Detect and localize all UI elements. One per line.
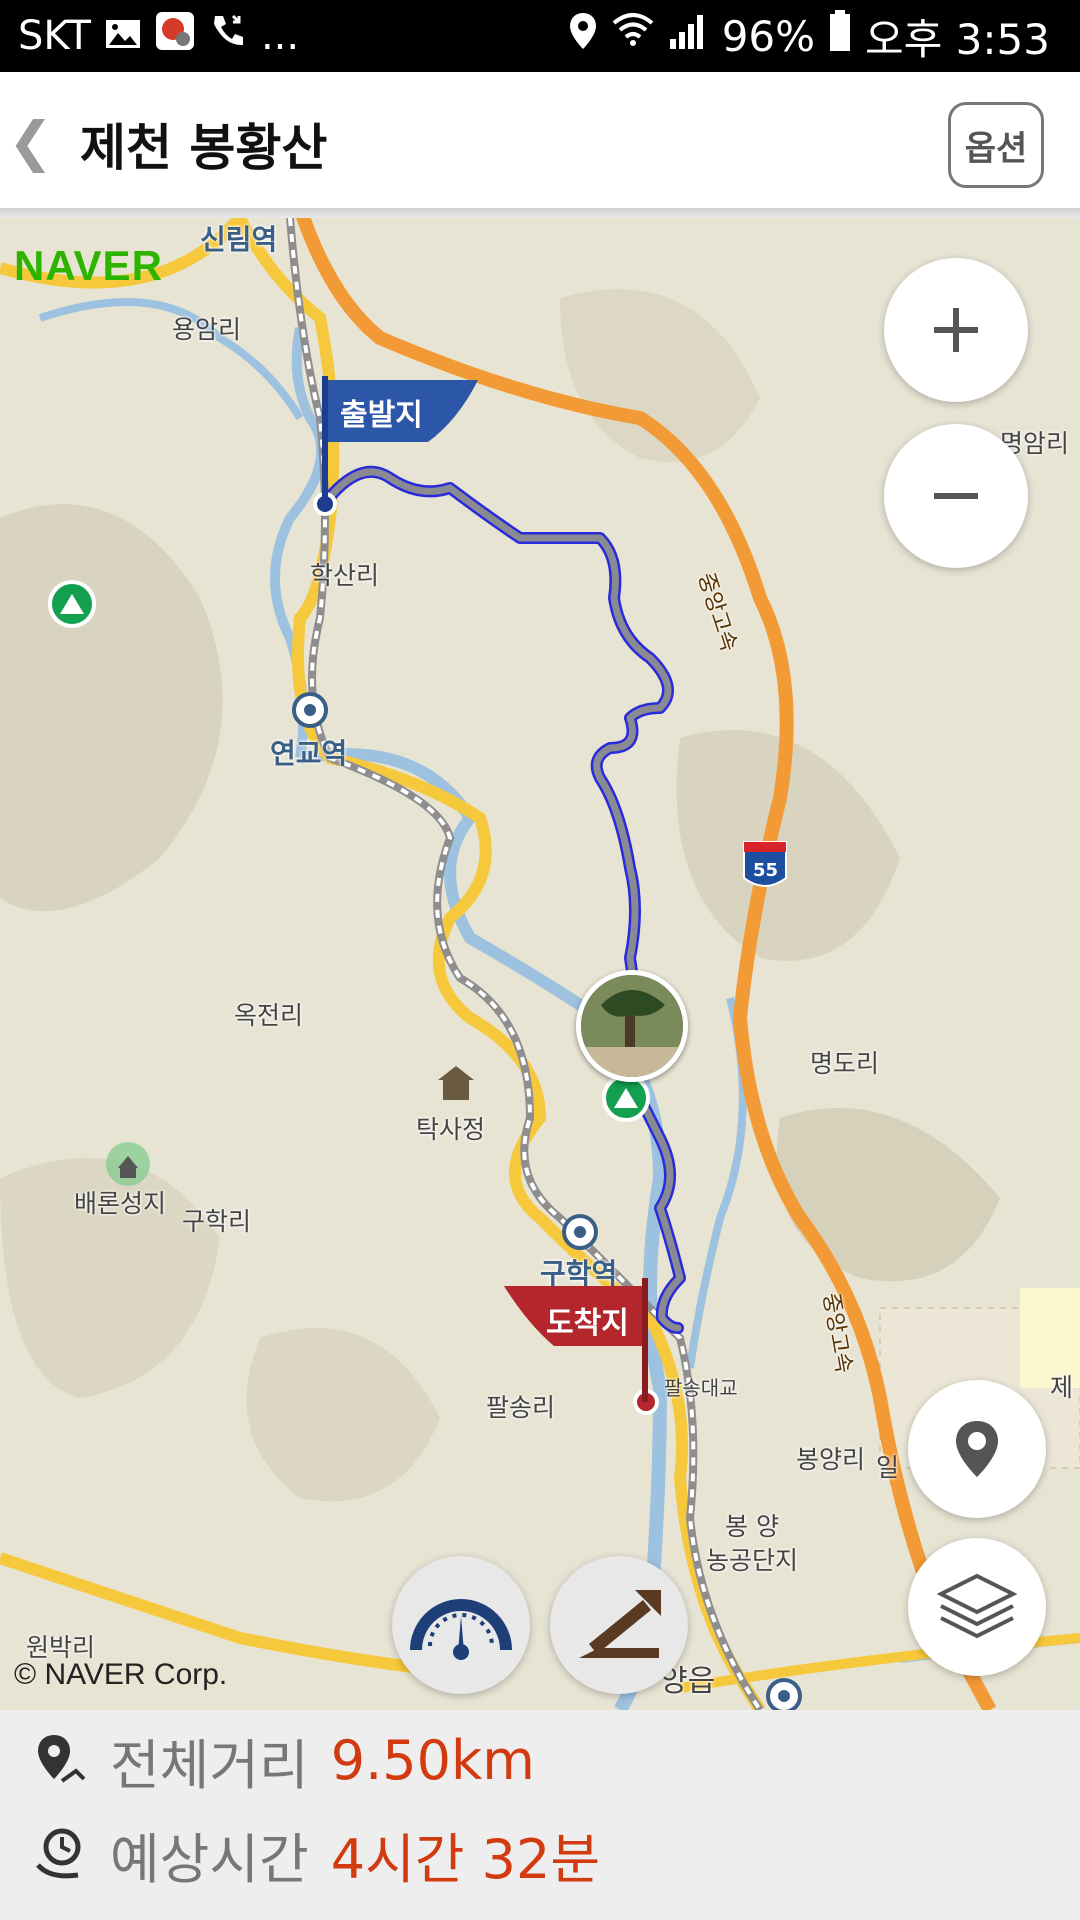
missed-call-icon	[209, 12, 247, 60]
time-value: 4시간 32분	[330, 1827, 601, 1891]
summit-photo-marker[interactable]	[576, 970, 688, 1082]
place-label: 연교역	[270, 737, 348, 770]
carrier-label: SKT	[18, 13, 91, 59]
distance-value: 9.50km	[330, 1728, 535, 1792]
naver-logo: NAVER	[14, 242, 163, 289]
copyright-text: © NAVER Corp.	[14, 1658, 228, 1691]
place-label: 신림역	[200, 223, 278, 256]
chevron-left-icon[interactable]: ❮	[8, 112, 53, 172]
signal-icon	[668, 11, 708, 61]
zoom-in-button[interactable]	[884, 258, 1028, 402]
end-flag[interactable]: 도착지	[494, 1278, 654, 1408]
mountain-icon[interactable]	[602, 1074, 650, 1122]
time-label: 예상시간	[110, 1827, 309, 1891]
church-icon	[106, 1142, 150, 1186]
my-location-button[interactable]	[908, 1380, 1046, 1518]
mountain-icon[interactable]	[48, 580, 96, 628]
wifi-icon	[612, 11, 654, 61]
minus-icon	[934, 493, 978, 499]
slope-icon	[579, 1590, 661, 1658]
slope-profile-button[interactable]	[550, 1556, 688, 1694]
place-label: 봉 양 농공단지	[706, 1512, 799, 1575]
status-bar: SKT ... 96% 오후 3:53	[0, 0, 1080, 72]
page-title: 제천 봉황산	[80, 119, 328, 177]
distance-pin-icon	[38, 1735, 86, 1783]
place-label: 탁사정	[416, 1115, 486, 1144]
app-notification-icon	[155, 11, 195, 61]
station-icon	[292, 692, 328, 728]
place-label: 제	[1050, 1373, 1074, 1402]
place-label: 봉양리	[796, 1445, 866, 1474]
divider	[0, 208, 1080, 218]
station-icon	[766, 1678, 802, 1710]
station-icon	[562, 1214, 598, 1250]
place-label: 배론성지	[74, 1189, 167, 1218]
battery-percent: 96%	[721, 11, 816, 61]
clock: 오후 3:53	[865, 14, 1050, 64]
place-label: 팔송대교	[664, 1376, 738, 1400]
place-label: 학산리	[310, 561, 380, 590]
start-flag-label: 출발지	[340, 398, 423, 433]
time-row: 예상시간 4시간 32분	[32, 1814, 600, 1894]
more-notifications: ...	[260, 13, 300, 59]
distance-label: 전체거리	[110, 1733, 309, 1797]
app-bar: ❮ 제천 봉황산 옵션	[0, 72, 1080, 208]
zoom-out-button[interactable]	[884, 424, 1028, 568]
layers-button[interactable]	[908, 1538, 1046, 1676]
map-view[interactable]: NAVER 신림역 용암리 학산리 연교역 옥전리 탁사정 배론성지 구학리 구…	[0, 218, 1080, 1710]
place-label: 명도리	[810, 1049, 880, 1078]
highway-number: 55	[753, 860, 779, 881]
option-button[interactable]: 옵션	[948, 102, 1044, 188]
speedometer-icon	[410, 1599, 512, 1660]
location-pin-icon	[956, 1421, 998, 1477]
plus-icon	[934, 308, 978, 352]
route-summary: 전체거리 9.50km 예상시간 4시간 32분	[0, 1710, 1080, 1920]
clock-route-icon	[36, 1828, 81, 1879]
battery-icon	[829, 10, 851, 62]
place-label: 일	[876, 1453, 900, 1482]
end-flag-label: 도착지	[546, 1306, 629, 1341]
layers-icon	[937, 1573, 1017, 1639]
location-icon	[568, 11, 598, 61]
place-label: 구학리	[182, 1207, 252, 1236]
place-label: 용암리	[172, 315, 242, 344]
pavilion-icon	[438, 1066, 474, 1100]
distance-row: 전체거리 9.50km	[32, 1720, 535, 1800]
start-flag[interactable]: 출발지	[318, 376, 478, 508]
speedometer-button[interactable]	[392, 1556, 530, 1694]
image-icon	[105, 13, 141, 59]
place-label: 옥전리	[234, 1001, 304, 1030]
